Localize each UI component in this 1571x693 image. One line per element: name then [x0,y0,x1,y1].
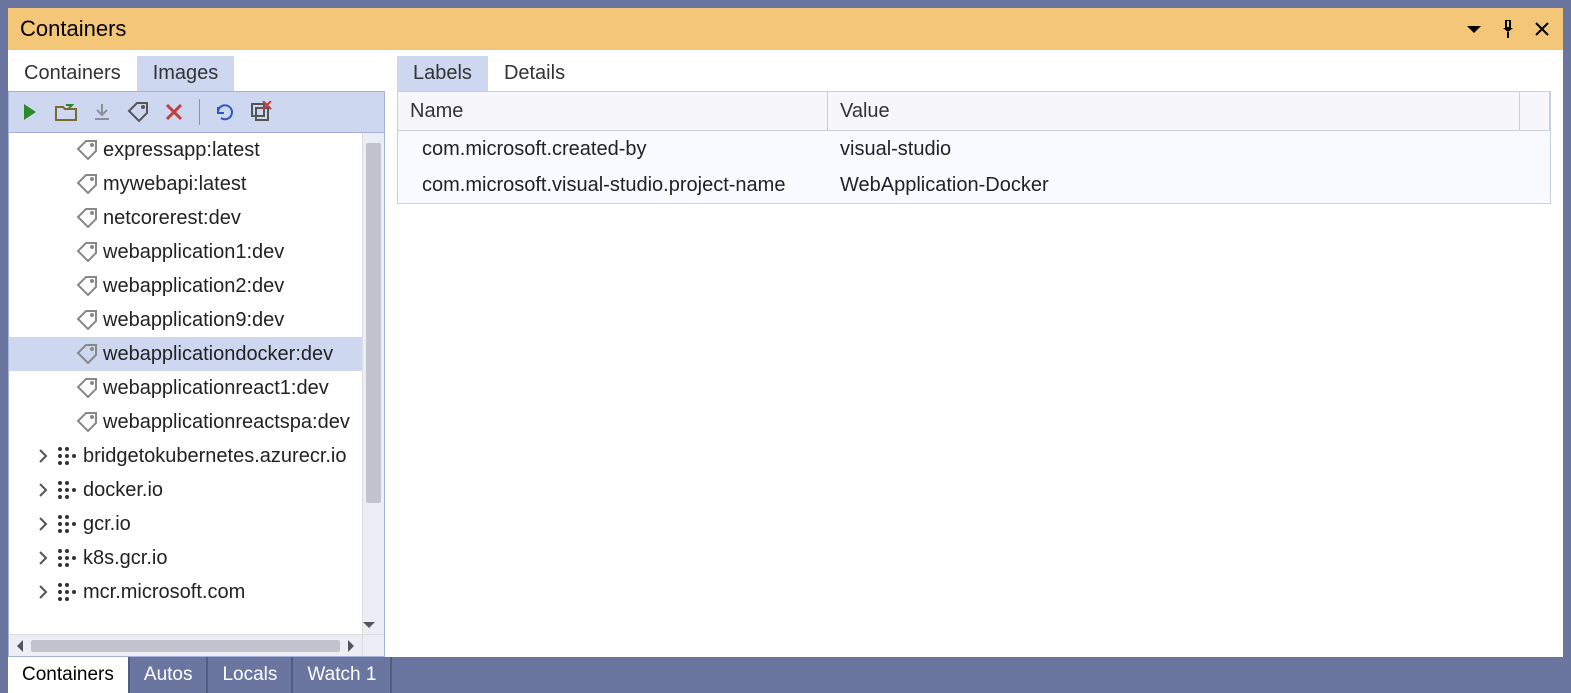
tab-images[interactable]: Images [137,56,235,91]
window-controls [1465,20,1551,38]
expander-icon[interactable] [33,585,53,599]
tree-item[interactable]: webapplicationreact1:dev [9,371,362,405]
prune-button[interactable] [248,99,274,125]
pin-button[interactable] [1499,20,1517,38]
vertical-scroll-thumb[interactable] [366,143,381,503]
label-row[interactable]: com.microsoft.created-byvisual-studio [398,131,1550,167]
tree-item[interactable]: webapplicationreactspa:dev [9,405,362,439]
registry-icon [53,581,81,603]
tree-item-label: webapplication9:dev [101,309,284,332]
tree-item[interactable]: k8s.gcr.io [9,541,362,575]
tag-icon [73,138,101,162]
tab-details[interactable]: Details [488,56,581,91]
images-toolbar [8,91,385,133]
tag-icon [73,410,101,434]
tree-item-label: webapplicationreactspa:dev [101,411,350,434]
left-tabs: Containers Images [8,50,385,91]
labels-grid-body: com.microsoft.created-byvisual-studiocom… [397,131,1551,204]
label-value: WebApplication-Docker [840,174,1526,197]
images-tree-wrap: expressapp:latest mywebapi:latest netcorer… [8,133,385,657]
registry-icon [53,479,81,501]
tree-item[interactable]: webapplication9:dev [9,303,362,337]
tree-item[interactable]: netcorerest:dev [9,201,362,235]
tab-containers[interactable]: Containers [8,56,137,91]
tree-item[interactable]: webapplicationdocker:dev [9,337,362,371]
tree-item-label: bridgetokubernetes.azurecr.io [81,445,347,468]
right-tabs: Labels Details [397,50,1563,91]
download-button[interactable] [89,99,115,125]
title-bar: Containers [8,8,1563,50]
tree-item[interactable]: mywebapi:latest [9,167,362,201]
tree-item[interactable]: webapplication2:dev [9,269,362,303]
column-header-value[interactable]: Value [828,92,1520,130]
tree-item[interactable]: docker.io [9,473,362,507]
tree-item-label: webapplicationreact1:dev [101,377,329,400]
tag-icon [73,206,101,230]
bottom-tab-containers[interactable]: Containers [8,657,130,693]
column-header-end [1520,92,1550,130]
label-row[interactable]: com.microsoft.visual-studio.project-name… [398,167,1550,203]
registry-icon [53,445,81,467]
tag-icon [73,240,101,264]
vertical-scrollbar[interactable] [362,133,384,634]
tab-labels[interactable]: Labels [397,56,488,91]
refresh-button[interactable] [212,99,238,125]
tree-item[interactable]: expressapp:latest [9,133,362,167]
right-panel: Labels Details Name Value com.microsoft.… [385,50,1563,657]
images-tree[interactable]: expressapp:latest mywebapi:latest netcorer… [9,133,362,634]
labels-grid-header: Name Value [397,91,1551,131]
tree-item-label: webapplication2:dev [101,275,284,298]
run-button[interactable] [17,99,43,125]
scroll-left-arrow[interactable] [15,640,25,652]
tree-item-label: mywebapi:latest [101,173,246,196]
expander-icon[interactable] [33,517,53,531]
expander-icon[interactable] [33,449,53,463]
tree-item-label: k8s.gcr.io [81,547,167,570]
registry-icon [53,547,81,569]
tree-item-label: webapplicationdocker:dev [101,343,333,366]
bottom-tab-watch-1[interactable]: Watch 1 [293,657,392,693]
open-folder-button[interactable] [53,99,79,125]
registry-icon [53,513,81,535]
tag-icon [73,172,101,196]
label-value: visual-studio [840,138,1526,161]
scroll-right-arrow[interactable] [346,640,356,652]
tree-item-label: gcr.io [81,513,131,536]
window-menu-button[interactable] [1465,20,1483,38]
bottom-tab-locals[interactable]: Locals [208,657,293,693]
tag-button[interactable] [125,99,151,125]
tree-item[interactable]: mcr.microsoft.com [9,575,362,609]
tree-item-label: docker.io [81,479,163,502]
expander-icon[interactable] [33,483,53,497]
close-button[interactable] [1533,20,1551,38]
tree-item[interactable]: gcr.io [9,507,362,541]
tree-item-label: webapplication1:dev [101,241,284,264]
tree-item-label: expressapp:latest [101,139,260,162]
bottom-tabs: Containers Autos Locals Watch 1 [8,657,1563,693]
tree-item-label: netcorerest:dev [101,207,241,230]
tree-item[interactable]: webapplication1:dev [9,235,362,269]
tag-icon [73,342,101,366]
bottom-tab-autos[interactable]: Autos [130,657,209,693]
delete-button[interactable] [161,99,187,125]
left-panel: Containers Images [8,50,385,657]
column-header-name[interactable]: Name [398,92,828,130]
horizontal-scrollbar[interactable] [9,634,362,656]
tree-item-label: mcr.microsoft.com [81,581,245,604]
window-title: Containers [20,16,126,42]
expander-icon[interactable] [33,551,53,565]
tag-icon [73,376,101,400]
label-name: com.microsoft.visual-studio.project-name [422,174,840,197]
scroll-down-arrow[interactable] [363,620,384,630]
horizontal-scroll-thumb[interactable] [31,640,340,652]
tag-icon [73,308,101,332]
toolbar-separator [199,99,200,125]
body: Containers Images [8,50,1563,657]
label-name: com.microsoft.created-by [422,138,840,161]
scroll-corner [362,634,384,656]
tag-icon [73,274,101,298]
tree-item[interactable]: bridgetokubernetes.azurecr.io [9,439,362,473]
